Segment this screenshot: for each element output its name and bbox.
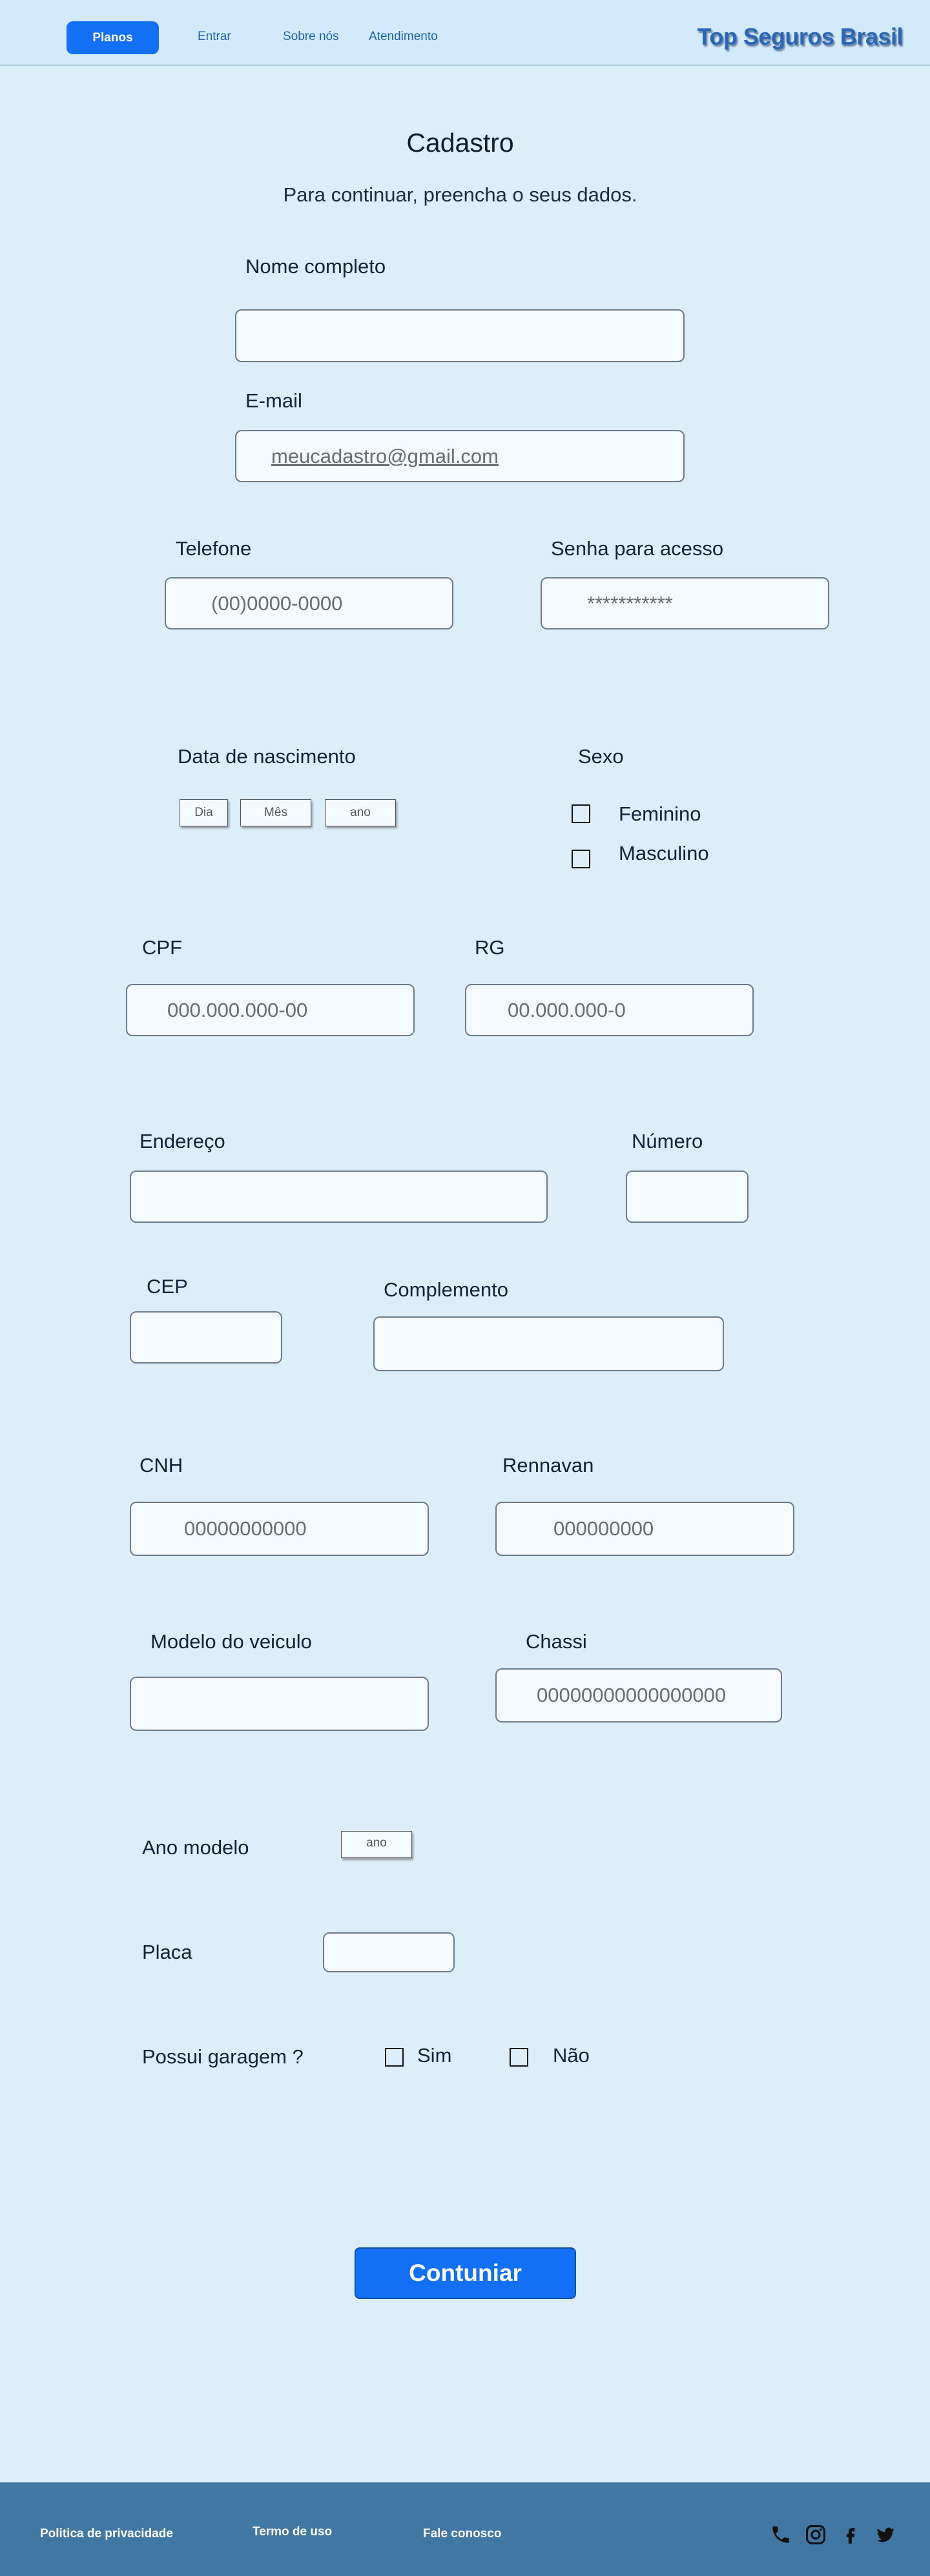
nav-entrar-link[interactable]: Entrar <box>198 30 231 44</box>
chassi-input[interactable]: 00000000000000000 <box>495 1668 782 1722</box>
garagem-sim-checkbox[interactable] <box>385 2048 404 2067</box>
senha-label: Senha para acesso <box>551 537 724 560</box>
endereco-label: Endereço <box>140 1130 225 1152</box>
masculino-checkbox[interactable] <box>572 850 590 868</box>
numero-label: Número <box>632 1130 703 1152</box>
telefone-input[interactable]: (00)0000-0000 <box>165 577 453 629</box>
numero-input[interactable] <box>626 1170 749 1223</box>
nascimento-label: Data de nascimento <box>178 745 356 768</box>
dia-select[interactable]: Dia <box>180 799 228 826</box>
garagem-label: Possui garagem ? <box>142 2045 304 2068</box>
feminino-checkbox[interactable] <box>572 804 590 823</box>
feminino-label: Feminino <box>619 802 701 825</box>
twitter-icon[interactable] <box>873 2522 898 2548</box>
mes-select[interactable]: Mês <box>240 799 311 826</box>
ano-select[interactable]: ano <box>325 799 396 826</box>
page-title: Cadastro <box>406 128 514 158</box>
masculino-label: Masculino <box>619 842 709 864</box>
modelo-input[interactable] <box>130 1677 429 1731</box>
cpf-label: CPF <box>142 936 182 959</box>
footer-privacidade-link[interactable]: Politica de privacidade <box>40 2527 173 2541</box>
renavan-label: Rennavan <box>502 1454 594 1477</box>
phone-icon[interactable] <box>768 2522 794 2548</box>
endereco-input[interactable] <box>130 1170 548 1223</box>
brand-logo: Top Seguros Brasil <box>697 23 904 50</box>
instagram-icon[interactable] <box>803 2522 829 2548</box>
nav-atendimento-link[interactable]: Atendimento <box>369 30 438 44</box>
placa-input[interactable] <box>323 1932 455 1972</box>
cep-label: CEP <box>147 1275 188 1298</box>
chassi-label: Chassi <box>526 1630 587 1653</box>
nome-input[interactable] <box>235 309 685 362</box>
sexo-label: Sexo <box>578 745 624 768</box>
continuar-button[interactable]: Contuniar <box>355 2247 576 2299</box>
nav-planos-button[interactable]: Planos <box>67 21 159 54</box>
cpf-input[interactable]: 000.000.000-00 <box>126 984 415 1036</box>
page-subtitle: Para continuar, preencha o seus dados. <box>283 183 637 206</box>
placa-label: Placa <box>142 1941 192 1963</box>
email-value: meucadastro@gmail.com <box>271 444 499 467</box>
cnh-input[interactable]: 00000000000 <box>130 1502 429 1556</box>
garagem-sim-label: Sim <box>417 2044 452 2067</box>
nome-label: Nome completo <box>245 255 386 278</box>
garagem-nao-checkbox[interactable] <box>510 2048 528 2067</box>
footer-termo-link[interactable]: Termo de uso <box>253 2525 332 2539</box>
cep-input[interactable] <box>130 1311 282 1364</box>
ano-modelo-label: Ano modelo <box>142 1836 249 1859</box>
garagem-nao-label: Não <box>553 2044 590 2067</box>
renavan-input[interactable]: 000000000 <box>495 1502 794 1556</box>
facebook-icon[interactable] <box>838 2522 863 2548</box>
modelo-label: Modelo do veiculo <box>150 1630 312 1653</box>
rg-input[interactable]: 00.000.000-0 <box>465 984 754 1036</box>
complemento-label: Complemento <box>384 1278 508 1301</box>
complemento-input[interactable] <box>373 1316 724 1371</box>
ano-modelo-select[interactable]: ano <box>341 1831 412 1858</box>
nav-sobre-link[interactable]: Sobre nós <box>283 30 339 44</box>
email-input[interactable]: meucadastro@gmail.com <box>235 430 685 482</box>
email-label: E-mail <box>245 389 302 412</box>
senha-input[interactable]: *********** <box>541 577 829 629</box>
rg-label: RG <box>475 936 505 959</box>
cnh-label: CNH <box>140 1454 183 1477</box>
footer-fale-link[interactable]: Fale conosco <box>423 2527 501 2541</box>
header: Planos Entrar Sobre nós Atendimento Top … <box>0 0 930 66</box>
telefone-label: Telefone <box>176 537 252 560</box>
